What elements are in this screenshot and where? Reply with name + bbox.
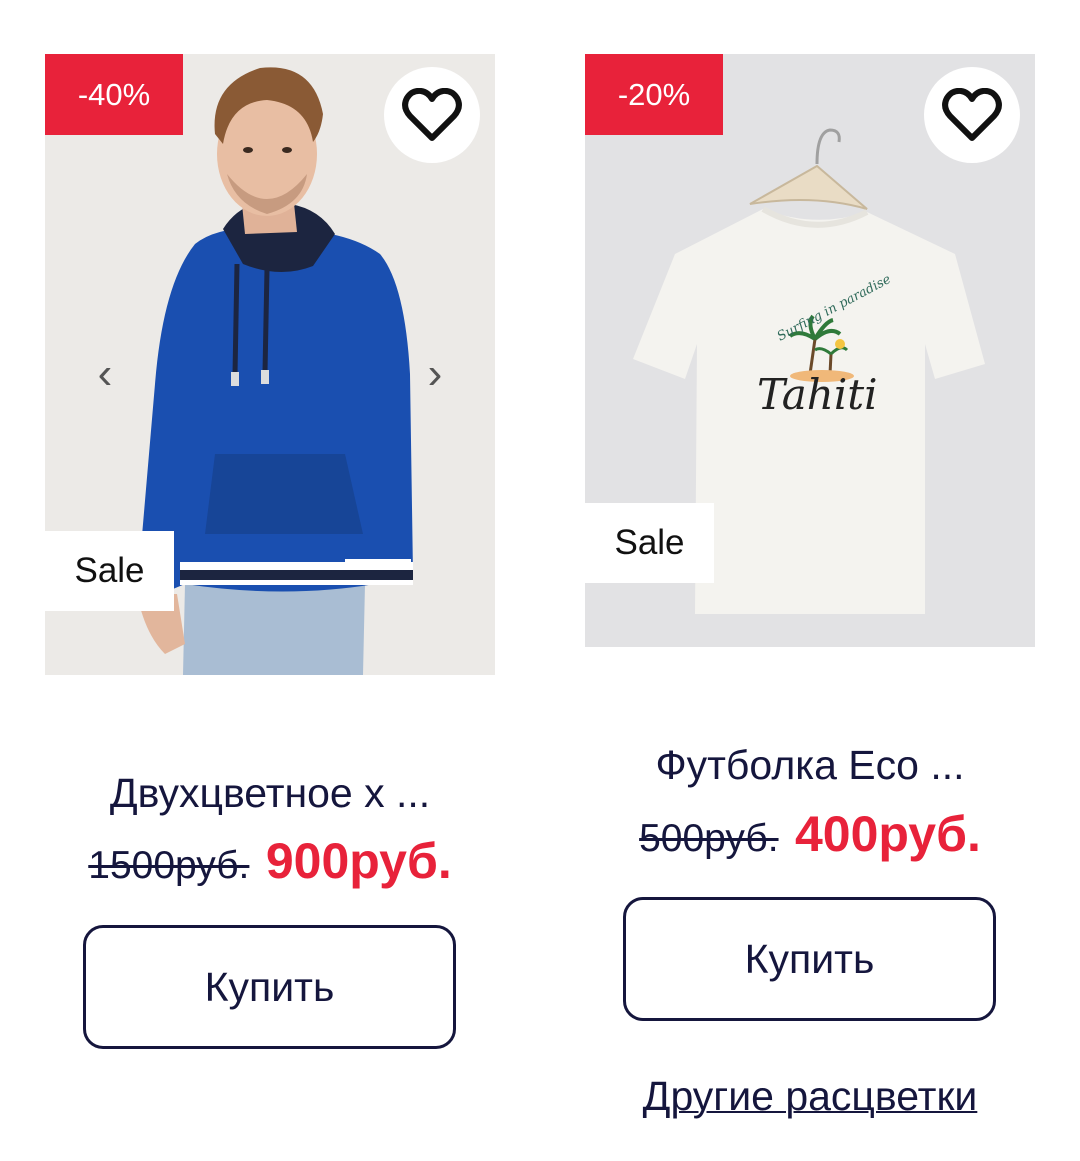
buy-button[interactable]: Купить [623,897,996,1021]
product-title[interactable]: Футболка Eco ... [585,742,1035,789]
product-title[interactable]: Двухцветное х ... [45,770,495,817]
discount-badge: -40% [45,54,183,135]
product-card-hoodie: -40% ‹ › Sale Двухцветное х ... 1500руб.… [45,0,495,1161]
favorite-button[interactable] [384,67,480,163]
product-image-tshirt[interactable]: Surfing in paradise Tahiti -20% Sale [585,54,1035,647]
new-price: 900руб. [265,833,452,889]
sale-badge: Sale [45,531,174,611]
product-image-hoodie[interactable]: -40% ‹ › Sale [45,54,495,675]
discount-badge: -20% [585,54,723,135]
product-grid: -40% ‹ › Sale Двухцветное х ... 1500руб.… [0,0,1080,1161]
other-colors-link[interactable]: Другие расцветки [585,1073,1035,1120]
buy-button[interactable]: Купить [83,925,456,1049]
product-card-tshirt: Surfing in paradise Tahiti -20% Sale Фут… [585,0,1035,1161]
carousel-next-arrow[interactable]: › [415,344,455,404]
carousel-prev-arrow[interactable]: ‹ [85,344,125,404]
new-price: 400руб. [795,806,981,862]
favorite-button[interactable] [924,67,1020,163]
sale-badge: Sale [585,503,714,583]
heart-outline-icon [942,88,1002,141]
old-price: 500руб. [639,817,779,860]
heart-outline-icon [402,88,462,141]
price-block: 500руб. 400руб. [585,805,1035,863]
old-price: 1500руб. [88,844,250,887]
price-block: 1500руб. 900руб. [45,832,495,890]
print-title: Tahiti [757,370,878,419]
